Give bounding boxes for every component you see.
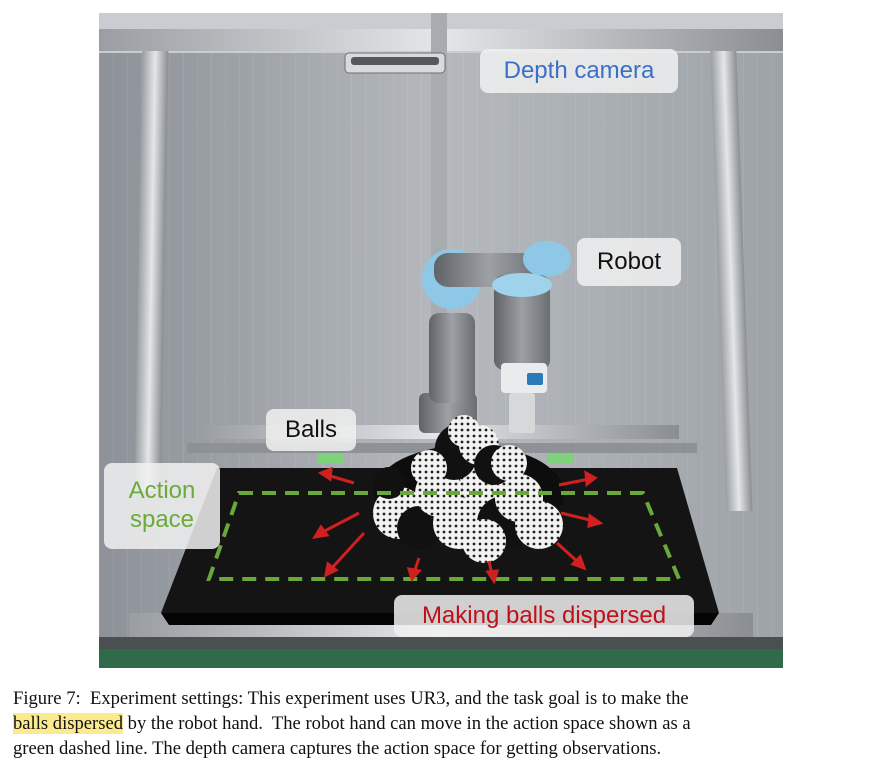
- action-space-label: Action space: [104, 463, 220, 549]
- experiment-photo: Depth camera Robot Balls Action space Ma…: [99, 13, 783, 668]
- caption-line-3: green dashed line. The depth camera capt…: [13, 738, 662, 759]
- figure-caption: Figure 7: Experiment settings: This expe…: [13, 686, 873, 761]
- depth-camera-label: Depth camera: [480, 49, 678, 93]
- caption-prefix: Figure 7:: [13, 688, 81, 709]
- photo-scene: [99, 13, 783, 668]
- caption-line-2-text: by the robot hand. The robot hand can mo…: [123, 713, 691, 734]
- dispersed-label: Making balls dispersed: [394, 595, 694, 637]
- balls-label: Balls: [266, 409, 356, 451]
- depth-camera-device: [344, 52, 446, 74]
- caption-line-1: Figure 7: Experiment settings: This expe…: [13, 686, 873, 711]
- action-space-label-line1: Action: [128, 477, 196, 505]
- action-space-label-line2: space: [129, 506, 195, 533]
- robot-label: Robot: [577, 238, 681, 286]
- caption-highlight: balls dispersed: [13, 713, 123, 734]
- caption-line-2: balls dispersed by the robot hand. The r…: [13, 711, 873, 736]
- caption-line-1-text: Experiment settings: This experiment use…: [80, 688, 689, 709]
